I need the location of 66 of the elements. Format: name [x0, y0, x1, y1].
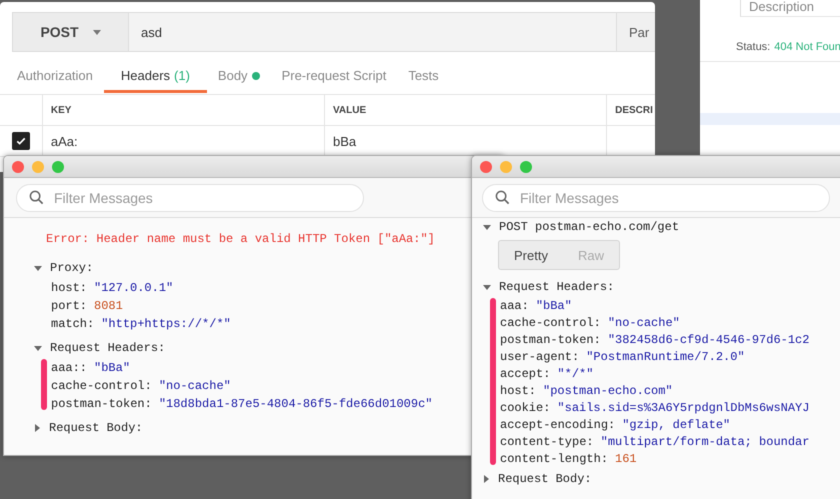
tab[interactable]: Authorization — [6, 62, 104, 93]
property-value: "no-cache" — [158, 378, 231, 395]
property-key: aaa: — [500, 298, 529, 315]
request-line: POST postman-echo.com/get — [499, 220, 680, 234]
property-key: content-type: — [500, 434, 594, 451]
property-key: match: — [51, 315, 94, 333]
search-field[interactable]: Filter Messages — [16, 184, 364, 212]
column-header: VALUE — [324, 95, 608, 125]
status-label: Status: — [736, 41, 770, 55]
search-field[interactable]: Filter Messages — [482, 184, 830, 212]
property-key: host: — [51, 279, 88, 297]
property-key: host: — [500, 383, 536, 400]
collapse-triangle-icon[interactable] — [483, 284, 491, 290]
property-value: "postman-echo.com" — [543, 383, 673, 400]
property-value: "sails.sid=s%3A6Y5rpdgnlDbMs6wsNAYJ — [557, 400, 810, 417]
column-header: Description — [748, 0, 816, 15]
section-title: Request Body: — [498, 472, 592, 486]
collapse-triangle-icon[interactable] — [483, 224, 491, 230]
checkmark-icon — [14, 135, 27, 147]
property-key: cache-control: — [51, 377, 152, 395]
search-icon — [29, 190, 44, 205]
close-icon[interactable] — [12, 160, 24, 172]
property-value: "18d8bda1-87e5-4804-86f5-fde66d01009c" — [158, 396, 432, 413]
close-icon[interactable] — [480, 160, 492, 172]
property-value: "http+https://*/*" — [101, 316, 231, 333]
error-message: Error: Header name must be a valid HTTP Token ["aAa:"] — [45, 231, 436, 247]
property-value: "gzip, deflate" — [622, 417, 730, 434]
collapse-triangle-icon[interactable] — [34, 346, 42, 350]
checkbox[interactable] — [12, 132, 30, 150]
property-key: aaa:: — [51, 359, 88, 377]
property-value: "no-cache" — [608, 315, 680, 332]
property-key: accept: — [500, 366, 550, 383]
property-key: postman-token: — [500, 332, 601, 349]
tab[interactable]: Body — [206, 62, 271, 93]
status-value: 404 Not Foun — [774, 41, 840, 55]
property-value: "*/*" — [557, 366, 594, 383]
expand-triangle-icon[interactable] — [35, 424, 40, 432]
tab[interactable]: Tests — [397, 62, 450, 93]
collapse-triangle-icon[interactable] — [34, 266, 42, 270]
property-key: accept-encoding: — [500, 417, 616, 434]
header-count: (1) — [174, 68, 190, 83]
property-value: "382458d6-cf9d-4546-97d6-1c2 — [608, 332, 810, 349]
property-value: "bBa" — [94, 360, 130, 377]
property-key: content-length: — [500, 451, 608, 468]
section-title: Request Body: — [49, 421, 143, 435]
tab[interactable]: Pre-request Script — [270, 62, 398, 93]
property-value: 8081 — [94, 298, 123, 315]
toggle-option[interactable]: Pretty — [499, 248, 563, 262]
property-value: "multipart/form-data; boundar — [600, 434, 810, 451]
expand-triangle-icon[interactable] — [484, 475, 489, 483]
property-value: "127.0.0.1" — [94, 280, 174, 297]
tab[interactable]: Headers (1) — [104, 62, 207, 93]
property-key: postman-token: — [51, 395, 152, 413]
property-key: port: — [51, 297, 88, 315]
property-value: 161 — [615, 451, 637, 468]
property-value: "PostmanRuntime/7.2.0" — [586, 349, 745, 366]
column-header: KEY — [42, 95, 325, 125]
section-title: Proxy: — [50, 261, 94, 275]
property-key: user-agent: — [500, 349, 580, 366]
search-icon — [495, 190, 510, 205]
property-key: cookie: — [500, 400, 550, 417]
section-title: Request Headers: — [499, 280, 614, 294]
property-value: "bBa" — [536, 298, 572, 315]
column-header: DESCRI — [614, 104, 654, 118]
property-key: cache-control: — [500, 315, 601, 332]
section-title: Request Headers: — [50, 341, 166, 355]
